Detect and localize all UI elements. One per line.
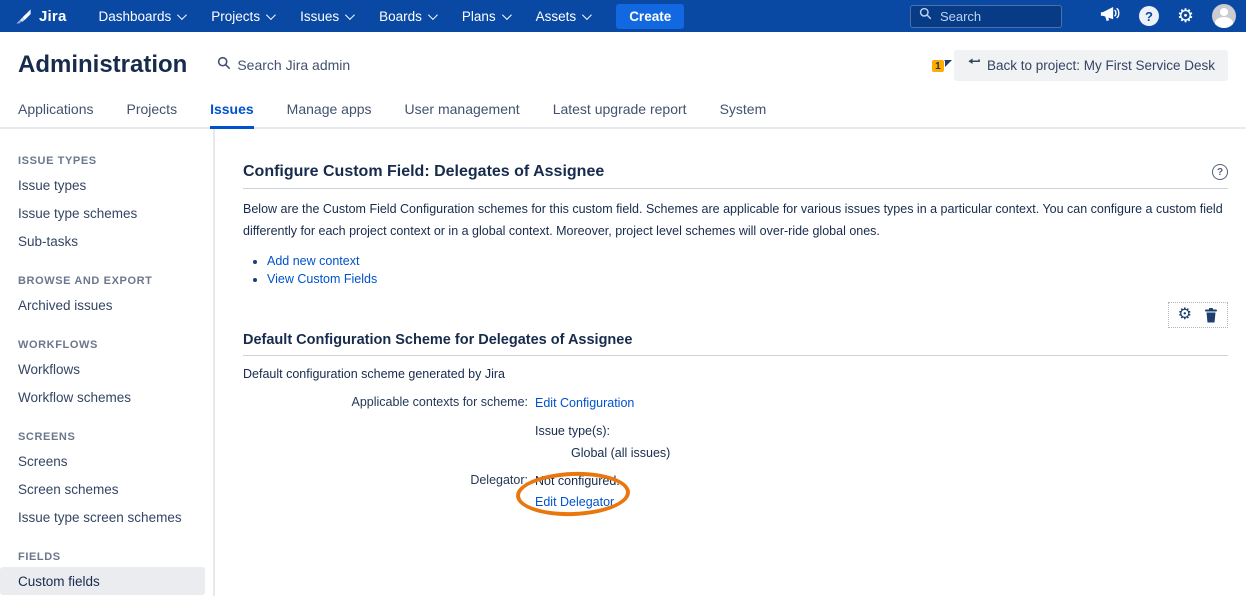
admin-search-label: Search Jira admin: [237, 57, 350, 73]
chevron-down-icon: [428, 10, 438, 20]
announcements-button[interactable]: [1100, 5, 1121, 28]
chevron-down-icon: [582, 10, 592, 20]
nav-projects[interactable]: Projects: [211, 9, 273, 24]
nav-issues[interactable]: Issues: [300, 9, 352, 24]
sidebar-item-sub-tasks[interactable]: Sub-tasks: [0, 227, 205, 255]
admin-search-input[interactable]: Search Jira admin: [217, 56, 350, 75]
admin-header: Administration Search Jira admin 1 Back …: [0, 32, 1246, 98]
list-item: View Custom Fields: [267, 270, 1228, 288]
sidebar-item-workflow-schemes[interactable]: Workflow schemes: [0, 383, 205, 411]
tab-projects[interactable]: Projects: [127, 101, 178, 129]
content-title: Configure Custom Field: Delegates of Ass…: [243, 163, 604, 181]
sidebar-item-screen-schemes[interactable]: Screen schemes: [0, 475, 205, 503]
search-icon: [217, 56, 231, 75]
list-item: Add new context: [267, 252, 1228, 270]
sidebar-item-custom-fields[interactable]: Custom fields: [0, 567, 205, 595]
contexts-label: Applicable contexts for scheme:: [243, 395, 535, 412]
main-content: Configure Custom Field: Delegates of Ass…: [215, 129, 1246, 596]
help-icon: [1139, 6, 1159, 26]
search-icon: [919, 7, 932, 25]
jira-logo-icon: [14, 7, 33, 26]
admin-tabbar: Applications Projects Issues Manage apps…: [0, 98, 1246, 129]
back-to-project-button[interactable]: Back to project: My First Service Desk: [954, 50, 1228, 81]
chevron-down-icon: [502, 10, 512, 20]
sidebar-item-issue-types[interactable]: Issue types: [0, 171, 205, 199]
delegator-label: Delegator:: [243, 473, 535, 511]
edit-delegator-link[interactable]: Edit Delegator: [535, 495, 614, 509]
search-placeholder: Search: [940, 9, 981, 24]
delete-scheme-trash-icon[interactable]: [1204, 308, 1218, 323]
sidebar-header-workflows: WORKFLOWS: [0, 335, 213, 355]
sidebar-item-archived-issues[interactable]: Archived issues: [0, 291, 205, 319]
add-new-context-link[interactable]: Add new context: [267, 254, 359, 268]
tab-latest-upgrade-report[interactable]: Latest upgrade report: [553, 101, 687, 129]
help-icon[interactable]: [1212, 164, 1228, 180]
tab-applications[interactable]: Applications: [18, 101, 94, 129]
sidebar-header-screens: SCREENS: [0, 427, 213, 447]
sidebar-item-issue-type-screen-schemes[interactable]: Issue type screen schemes: [0, 503, 205, 531]
context-actions-list: Add new context View Custom Fields: [267, 252, 1228, 288]
megaphone-icon: [1100, 5, 1121, 28]
scheme-operations-box: ⚙: [1168, 302, 1228, 328]
issue-types-label: Issue type(s):: [535, 423, 670, 440]
chevron-down-icon: [266, 10, 276, 20]
chevron-down-icon: [177, 10, 187, 20]
jira-logo[interactable]: Jira: [14, 7, 67, 26]
scheme-config-table: Applicable contexts for scheme: Edit Con…: [243, 395, 1228, 510]
nav-dashboards[interactable]: Dashboards: [99, 9, 185, 24]
app-navbar: Jira Dashboards Projects Issues Boards P…: [0, 0, 1246, 32]
notification-badge: 1: [931, 59, 945, 73]
scheme-subtitle: Default configuration scheme generated b…: [243, 367, 1228, 381]
nav-assets[interactable]: Assets: [536, 9, 590, 24]
nav-plans[interactable]: Plans: [462, 9, 509, 24]
nav-boards[interactable]: Boards: [379, 9, 435, 24]
view-custom-fields-link[interactable]: View Custom Fields: [267, 272, 377, 286]
tab-system[interactable]: System: [720, 101, 767, 129]
sidebar-item-issue-type-schemes[interactable]: Issue type schemes: [0, 199, 205, 227]
edit-configuration-link[interactable]: Edit Configuration: [535, 396, 634, 410]
profile-button[interactable]: [1212, 4, 1236, 28]
scheme-title: Default Configuration Scheme for Delegat…: [243, 332, 1228, 356]
avatar: [1212, 4, 1236, 28]
configure-scheme-gear-icon[interactable]: ⚙: [1178, 307, 1192, 323]
settings-button[interactable]: ⚙: [1177, 7, 1194, 26]
help-button[interactable]: [1139, 6, 1159, 26]
sidebar-header-issue-types: ISSUE TYPES: [0, 151, 213, 171]
tab-user-management[interactable]: User management: [405, 101, 520, 129]
tab-issues[interactable]: Issues: [210, 101, 254, 129]
sidebar-item-workflows[interactable]: Workflows: [0, 355, 205, 383]
return-arrow-icon: [967, 58, 980, 73]
jira-logo-text: Jira: [39, 8, 67, 25]
issue-types-value: Global (all issues): [535, 445, 670, 462]
tab-manage-apps[interactable]: Manage apps: [287, 101, 372, 129]
sidebar-item-screens[interactable]: Screens: [0, 447, 205, 475]
delegator-value: Not configured.: [535, 473, 620, 490]
page-title: Administration: [18, 51, 187, 79]
global-search-input[interactable]: Search: [910, 5, 1062, 28]
create-button[interactable]: Create: [616, 4, 684, 29]
issues-sidebar: ISSUE TYPES Issue types Issue type schem…: [0, 129, 215, 596]
sidebar-header-fields: FIELDS: [0, 547, 213, 567]
gear-icon: ⚙: [1177, 7, 1194, 26]
chevron-down-icon: [345, 10, 355, 20]
description-text: Below are the Custom Field Configuration…: [243, 199, 1228, 243]
sidebar-header-browse-and-export: BROWSE AND EXPORT: [0, 271, 213, 291]
